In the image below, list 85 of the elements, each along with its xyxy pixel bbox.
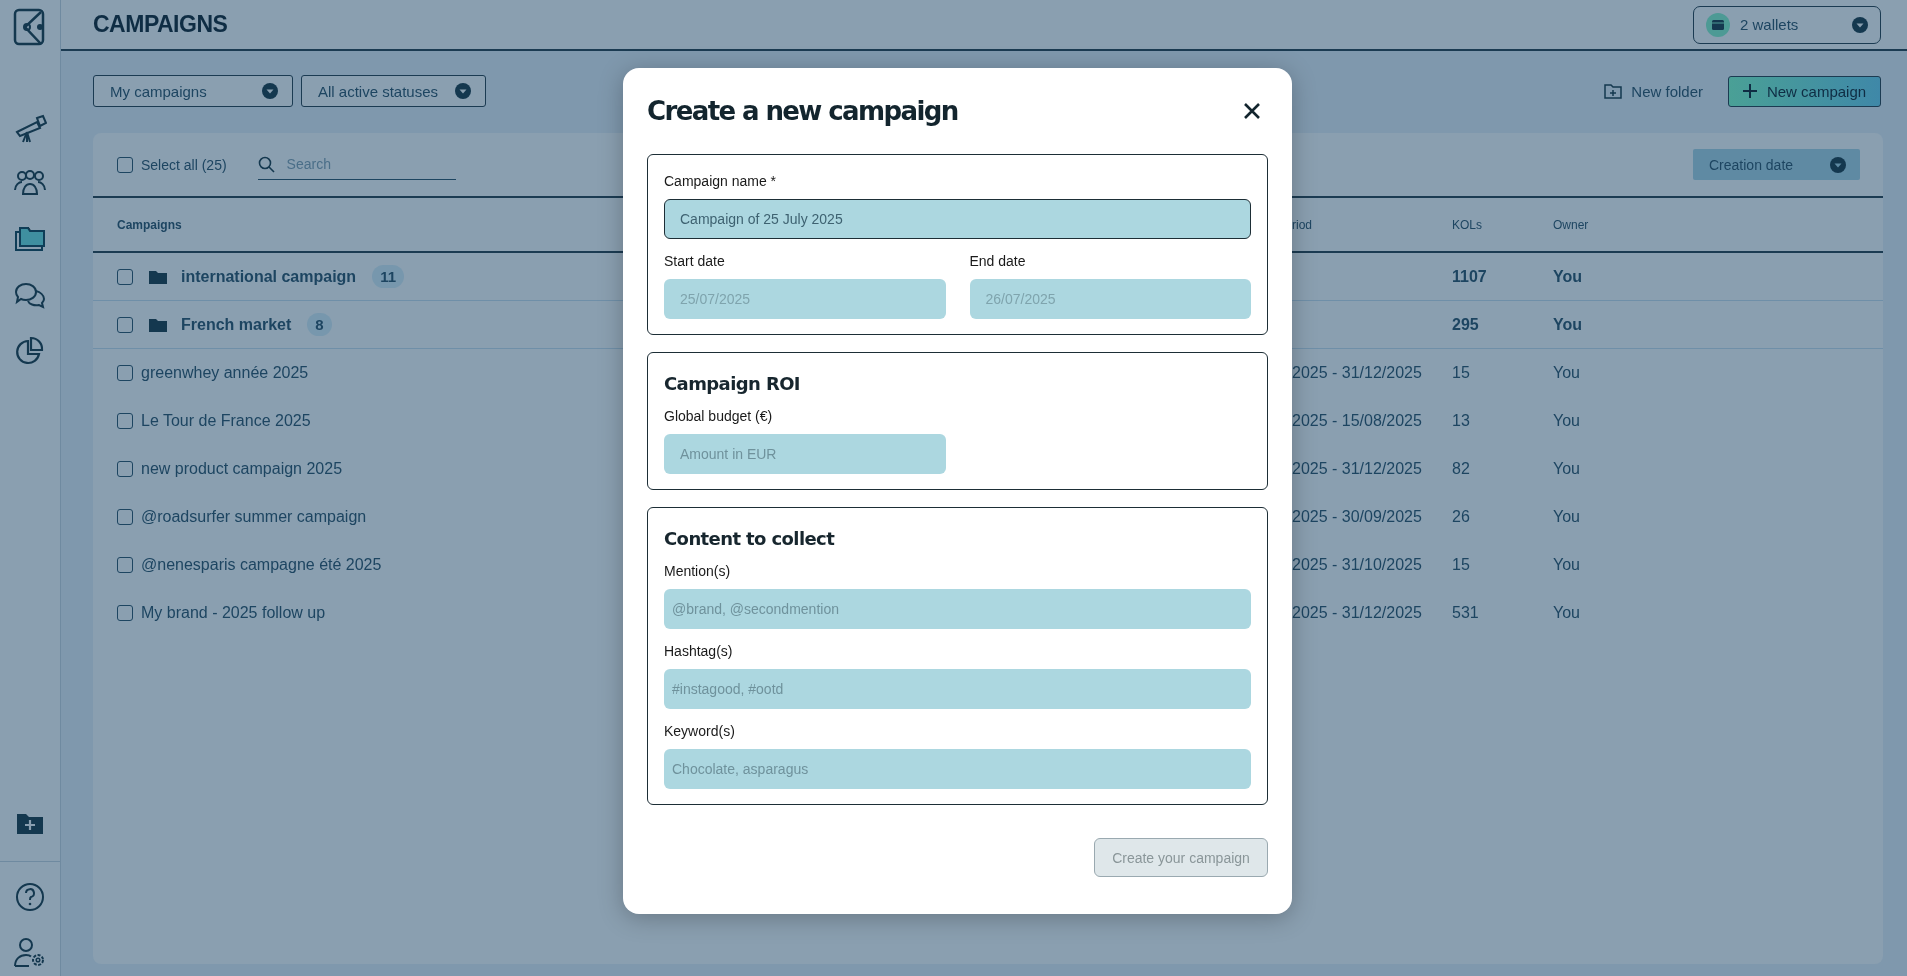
owner-cell: You <box>1553 412 1580 429</box>
field-label: Start date <box>664 253 726 269</box>
period-cell: 2025 - 15/08/2025 <box>1292 412 1422 429</box>
caret-icon <box>1830 156 1846 173</box>
owner-cell: You <box>1553 315 1583 333</box>
input-field[interactable]: Campaign of 25 July 2025 <box>664 199 1251 239</box>
kols-cell: 82 <box>1452 460 1470 477</box>
owner-cell: You <box>1553 604 1580 621</box>
input-field[interactable]: @brand, @secondmention <box>664 589 1251 629</box>
field-label: Hashtag(s) <box>664 643 734 659</box>
caret-icon <box>455 83 471 99</box>
column-header: riod <box>1292 217 1312 232</box>
folder-icon <box>149 317 167 332</box>
campaign-name[interactable]: My brand - 2025 follow up <box>141 604 326 622</box>
count-badge: 11 <box>372 265 404 288</box>
field-label: End date <box>969 253 1027 269</box>
checkbox[interactable] <box>117 268 133 285</box>
checkbox[interactable] <box>117 461 133 477</box>
period-cell: 2025 - 31/12/2025 <box>1292 364 1422 381</box>
campaign-name[interactable]: greenwhey année 2025 <box>141 364 309 382</box>
new-campaign-button[interactable]: New campaign <box>1728 75 1881 107</box>
campaign-name[interactable]: Le Tour de France 2025 <box>141 412 311 430</box>
wallet-icon <box>1706 12 1730 37</box>
campaign-name[interactable]: new product campaign 2025 <box>141 460 343 478</box>
close-icon <box>1242 101 1262 121</box>
folder-plus-icon[interactable] <box>16 811 44 835</box>
kols-cell: 15 <box>1452 364 1470 381</box>
search-icon <box>257 155 275 173</box>
column-header: Owner <box>1553 217 1589 232</box>
field-label: Keyword(s) <box>664 723 736 739</box>
owner-cell: You <box>1553 364 1580 381</box>
logo-icon[interactable] <box>13 8 47 48</box>
field-label: Mention(s) <box>664 563 732 579</box>
folder-name[interactable]: French market <box>181 315 292 334</box>
sort-dropdown[interactable]: Creation date <box>1693 149 1860 180</box>
owner-cell: You <box>1553 267 1583 285</box>
caret-icon <box>1852 16 1868 33</box>
section-heading: Content to collect <box>664 528 836 549</box>
user-settings-icon[interactable] <box>13 936 47 968</box>
filter-dropdown[interactable]: All active statuses <box>301 75 486 107</box>
folder-icon <box>149 269 167 284</box>
kols-cell: 26 <box>1452 508 1470 525</box>
checkbox[interactable] <box>117 365 133 381</box>
checkbox[interactable] <box>117 605 133 621</box>
new-folder-button[interactable]: New folder <box>1604 82 1703 100</box>
checkbox[interactable] <box>117 156 133 173</box>
owner-cell: You <box>1553 460 1580 477</box>
checkbox[interactable] <box>117 316 133 333</box>
search-input[interactable]: Search <box>284 155 435 173</box>
select-all-label[interactable]: Select all (25) <box>141 156 227 173</box>
checkbox[interactable] <box>117 413 133 429</box>
column-header: KOLs <box>1452 217 1482 232</box>
checkbox[interactable] <box>117 557 133 573</box>
period-cell: 2025 - 30/09/2025 <box>1292 508 1422 525</box>
period-cell: 2025 - 31/10/2025 <box>1292 556 1422 573</box>
folder-plus-icon <box>1604 83 1623 99</box>
owner-cell: You <box>1553 556 1580 573</box>
column-header: Campaigns <box>117 217 182 232</box>
campaign-name[interactable]: @roadsurfer summer campaign <box>141 508 367 526</box>
filter-dropdown[interactable]: My campaigns <box>93 75 293 107</box>
field-label: Global budget (€) <box>664 408 774 424</box>
kols-cell: 13 <box>1452 412 1470 429</box>
kols-cell: 295 <box>1452 315 1479 333</box>
caret-icon <box>262 83 278 99</box>
modal-title: Create a new campaign <box>647 96 958 126</box>
kols-cell: 15 <box>1452 556 1470 573</box>
folder-name[interactable]: international campaign <box>181 267 357 286</box>
kols-cell: 1107 <box>1452 267 1487 285</box>
input-field[interactable]: Chocolate, asparagus <box>664 749 1251 789</box>
period-cell: 2025 - 31/12/2025 <box>1292 604 1422 621</box>
count-badge: 8 <box>307 313 332 336</box>
owner-cell: You <box>1553 508 1580 525</box>
input-field[interactable]: Amount in EUR <box>664 434 946 474</box>
input-field[interactable]: #instagood, #ootd <box>664 669 1251 709</box>
checkbox[interactable] <box>117 509 133 525</box>
period-cell: 2025 - 31/12/2025 <box>1292 460 1422 477</box>
page-title: CAMPAIGNS <box>93 11 228 38</box>
campaign-name[interactable]: @nenesparis campagne été 2025 <box>141 556 382 574</box>
help-icon[interactable] <box>15 882 45 912</box>
section-heading: Campaign ROI <box>664 373 801 394</box>
wallets-dropdown[interactable]: 2 wallets <box>1693 5 1881 44</box>
field-label: Campaign name * <box>664 173 778 189</box>
search-field[interactable]: Search <box>257 149 456 180</box>
plus-icon <box>1742 84 1757 98</box>
kols-cell: 531 <box>1452 604 1479 621</box>
